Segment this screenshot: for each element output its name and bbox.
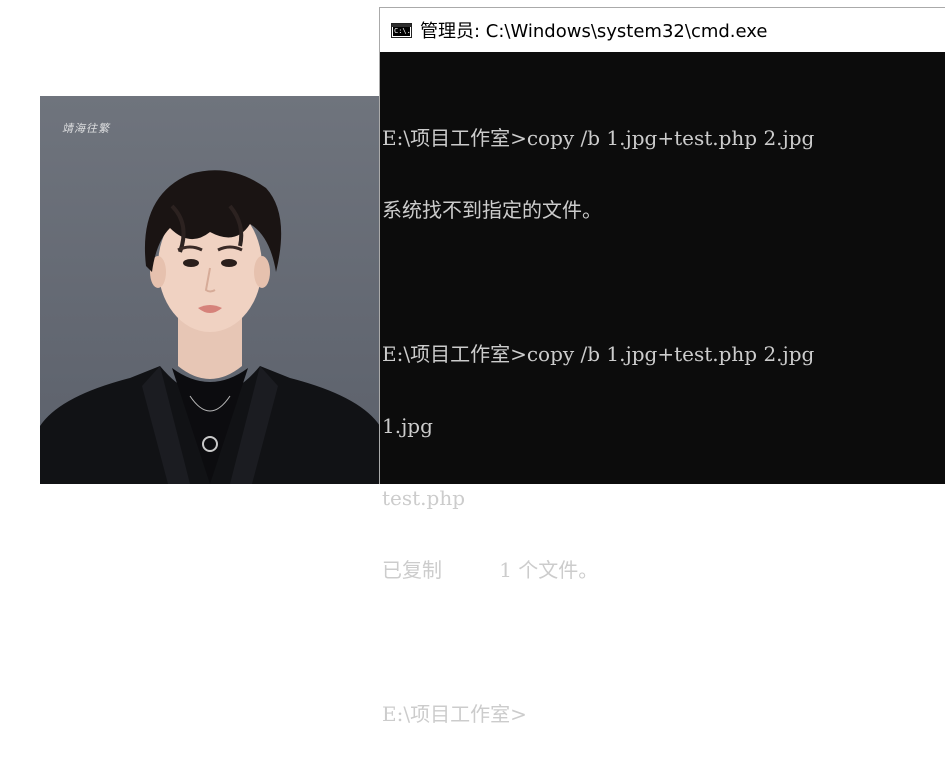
console-line: E:\项目工作室>copy /b 1.jpg+test.php 2.jpg (382, 342, 815, 366)
cmd-icon-screen: C:\. (393, 26, 410, 36)
cmd-icon: C:\. (391, 22, 412, 38)
portrait-illustration (40, 170, 380, 484)
cmd-window[interactable]: C:\. 管理员: C:\Windows\system32\cmd.exe E:… (379, 7, 945, 726)
window-titlebar[interactable]: C:\. 管理员: C:\Windows\system32\cmd.exe (380, 8, 945, 52)
console-line: E:\项目工作室>copy /b 1.jpg+test.php 2.jpg (382, 126, 815, 150)
console-output[interactable]: E:\项目工作室>copy /b 1.jpg+test.php 2.jpg 系统… (382, 78, 945, 726)
console-line: test.php (382, 486, 466, 510)
window-title: 管理员: C:\Windows\system32\cmd.exe (420, 21, 768, 42)
console-line: 已复制 1 个文件。 (382, 558, 599, 582)
photo-watermark: 靖海往繁 (62, 122, 110, 135)
console-prompt: E:\项目工作室> (382, 702, 527, 726)
console-line: 1.jpg (382, 414, 433, 438)
portrait-image: 靖海往繁 (40, 96, 380, 484)
console-line: 系统找不到指定的文件。 (382, 198, 602, 222)
